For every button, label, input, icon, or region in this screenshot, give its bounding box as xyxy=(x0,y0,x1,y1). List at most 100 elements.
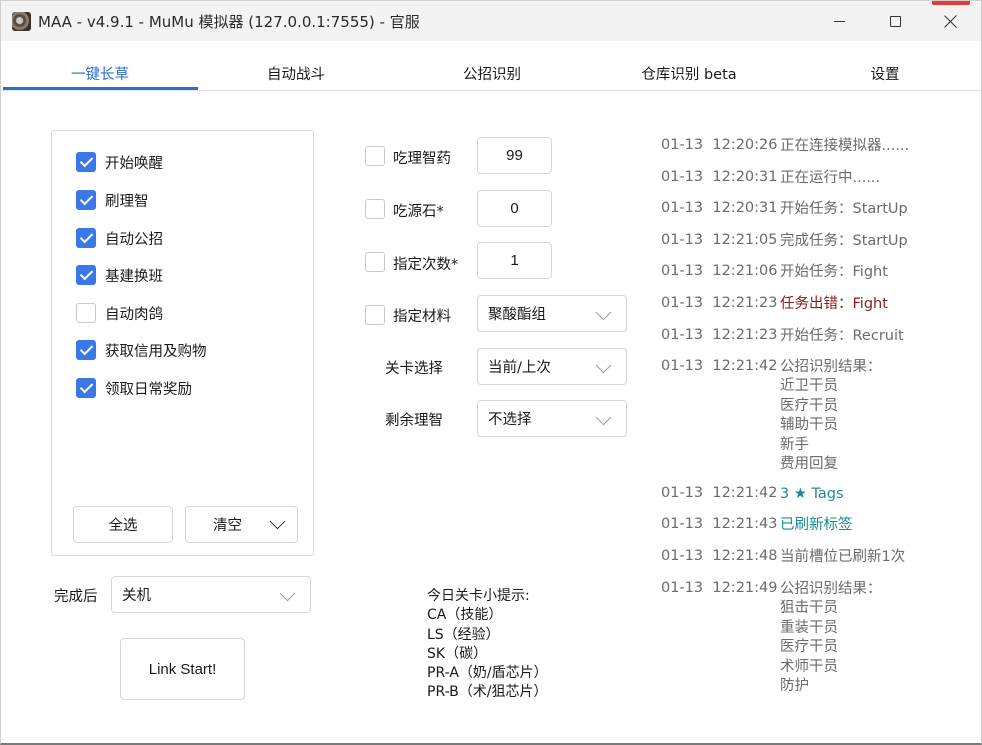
log-entry: 01-13 12:21:06 开始任务：Fight xyxy=(661,263,888,282)
minimize-button[interactable] xyxy=(816,1,862,41)
task-checkbox[interactable] xyxy=(76,152,96,172)
task-checkbox[interactable] xyxy=(76,378,96,398)
remaining-select[interactable]: 不选择 xyxy=(477,400,627,437)
task-item-recruit[interactable]: 自动公招 xyxy=(76,228,163,248)
task-checkbox[interactable] xyxy=(76,303,96,323)
log-entry: 01-13 12:21:23 开始任务：Recruit xyxy=(661,327,904,346)
log-time: 12:20:31 xyxy=(712,169,778,185)
stage-tips: 今日关卡小提示: CA（技能） LS（经验） SK（碳） PR-A（奶/盾芯片）… xyxy=(427,587,548,703)
log-message: 公招识别结果： xyxy=(780,581,882,597)
log-date: 01-13 xyxy=(661,137,704,153)
log-entry: 01-13 12:21:49 公招识别结果： 狙击干员 重装干员 医疗干员 术师… xyxy=(661,580,882,696)
task-item-wakeup[interactable]: 开始唤醒 xyxy=(76,152,163,172)
log-date: 01-13 xyxy=(661,516,704,532)
log-time: 12:20:31 xyxy=(712,200,778,216)
log-entry-error: 01-13 12:21:23 任务出错：Fight xyxy=(661,295,888,314)
tips-line: PR-A（奶/盾芯片） xyxy=(427,665,548,682)
stone-checkbox[interactable] xyxy=(365,199,385,219)
log-date: 01-13 xyxy=(661,580,704,596)
medicine-input[interactable]: 99 xyxy=(477,137,552,174)
log-message: 已刷新标签 xyxy=(780,517,853,533)
log-time: 12:21:06 xyxy=(712,263,778,279)
log-date: 01-13 xyxy=(661,169,704,185)
log-entry: 01-13 12:20:31 正在运行中...... xyxy=(661,169,880,188)
window-title: MAA - v4.9.1 - MuMu 模拟器 (127.0.0.1:7555)… xyxy=(38,13,420,31)
log-message: 狙击干员 xyxy=(780,600,838,617)
log-date: 01-13 xyxy=(661,232,704,248)
log-entry: 01-13 12:21:48 当前槽位已刷新1次 xyxy=(661,548,905,567)
task-item-fight[interactable]: 刷理智 xyxy=(76,190,149,210)
log-message: 正在连接模拟器...... xyxy=(780,138,910,154)
tips-line: CA（技能） xyxy=(427,607,503,624)
chevron-down-icon xyxy=(595,304,612,321)
material-label: 指定材料 xyxy=(393,309,451,325)
maa-logo-icon xyxy=(12,12,31,31)
select-all-button[interactable]: 全选 xyxy=(73,506,173,543)
after-complete-select[interactable]: 关机 xyxy=(111,576,311,613)
tab-auto-battle[interactable]: 自动战斗 xyxy=(267,63,325,84)
task-checkbox[interactable] xyxy=(76,190,96,210)
log-time: 12:21:43 xyxy=(712,516,778,532)
chevron-down-icon xyxy=(279,585,296,602)
stage-label: 关卡选择 xyxy=(385,361,443,377)
task-checkbox[interactable] xyxy=(76,228,96,248)
log-time: 12:21:23 xyxy=(712,327,778,343)
task-checkbox[interactable] xyxy=(76,340,96,360)
medicine-checkbox[interactable] xyxy=(365,146,385,166)
maximize-icon xyxy=(889,15,901,27)
task-label: 自动肉鸽 xyxy=(105,306,163,323)
times-label: 指定次数* xyxy=(393,257,459,273)
log-time: 12:21:05 xyxy=(712,232,778,248)
title-bar[interactable]: MAA - v4.9.1 - MuMu 模拟器 (127.0.0.1:7555)… xyxy=(1,1,981,41)
tab-recruit[interactable]: 公招识别 xyxy=(463,63,521,84)
times-checkbox[interactable] xyxy=(365,252,385,272)
times-input[interactable]: 1 xyxy=(477,242,552,279)
after-complete-label: 完成后 xyxy=(54,589,98,605)
log-message: 医疗干员 xyxy=(780,397,838,414)
log-message: 公招识别结果： xyxy=(780,359,882,375)
task-item-roguelike[interactable]: 自动肉鸽 xyxy=(76,303,163,323)
close-button[interactable] xyxy=(928,1,974,41)
log-message: 近卫干员 xyxy=(780,378,838,395)
material-select[interactable]: 聚酸酯组 xyxy=(477,295,627,332)
task-checkbox[interactable] xyxy=(76,265,96,285)
log-entry: 01-13 12:21:05 完成任务：StartUp xyxy=(661,232,908,251)
log-date: 01-13 xyxy=(661,485,704,501)
stone-label: 吃源石* xyxy=(393,204,444,220)
active-tab-indicator xyxy=(3,87,198,90)
task-label: 开始唤醒 xyxy=(105,155,163,172)
tab-one-key[interactable]: 一键长草 xyxy=(71,63,129,84)
task-item-infrast[interactable]: 基建换班 xyxy=(76,265,163,285)
after-complete-value: 关机 xyxy=(122,588,151,604)
main-tabs: 一键长草 自动战斗 公招识别 仓库识别 beta 设置 xyxy=(1,41,981,91)
tips-line: PR-B（术/狙芯片） xyxy=(427,684,548,701)
log-message: 3 ★ Tags xyxy=(780,486,844,502)
log-time: 12:21:48 xyxy=(712,548,778,564)
clear-button[interactable]: 清空 xyxy=(185,506,298,543)
link-start-button[interactable]: Link Start! xyxy=(120,638,245,700)
task-item-award[interactable]: 领取日常奖励 xyxy=(76,378,192,398)
log-entry: 01-13 12:21:42 公招识别结果： 近卫干员 医疗干员 辅助干员 新手… xyxy=(661,358,882,474)
log-entry: 01-13 12:20:31 开始任务：StartUp xyxy=(661,200,908,219)
stone-input[interactable]: 0 xyxy=(477,190,552,227)
task-list-panel: 开始唤醒 刷理智 自动公招 基建换班 自动肉鸽 获取信用及购物 领取日常奖励 全… xyxy=(51,130,314,556)
log-date: 01-13 xyxy=(661,295,704,311)
log-message: 防护 xyxy=(780,678,809,695)
log-time: 12:21:49 xyxy=(712,580,778,596)
log-message: 医疗干员 xyxy=(780,639,838,656)
task-item-mall[interactable]: 获取信用及购物 xyxy=(76,340,207,360)
tab-settings[interactable]: 设置 xyxy=(871,63,900,84)
stage-select[interactable]: 当前/上次 xyxy=(477,348,627,385)
remaining-value: 不选择 xyxy=(488,412,532,428)
chevron-down-icon[interactable] xyxy=(269,513,286,530)
log-message: 当前槽位已刷新1次 xyxy=(780,549,906,565)
log-date: 01-13 xyxy=(661,548,704,564)
task-label: 领取日常奖励 xyxy=(105,381,192,398)
log-message: 开始任务：Fight xyxy=(780,264,888,280)
log-time: 12:21:42 xyxy=(712,485,778,501)
maximize-button[interactable] xyxy=(872,1,918,41)
tab-depot[interactable]: 仓库识别 beta xyxy=(641,63,736,84)
tips-line: SK（碳） xyxy=(427,645,488,662)
material-checkbox[interactable] xyxy=(365,305,385,325)
tips-line: LS（经验） xyxy=(427,626,500,643)
